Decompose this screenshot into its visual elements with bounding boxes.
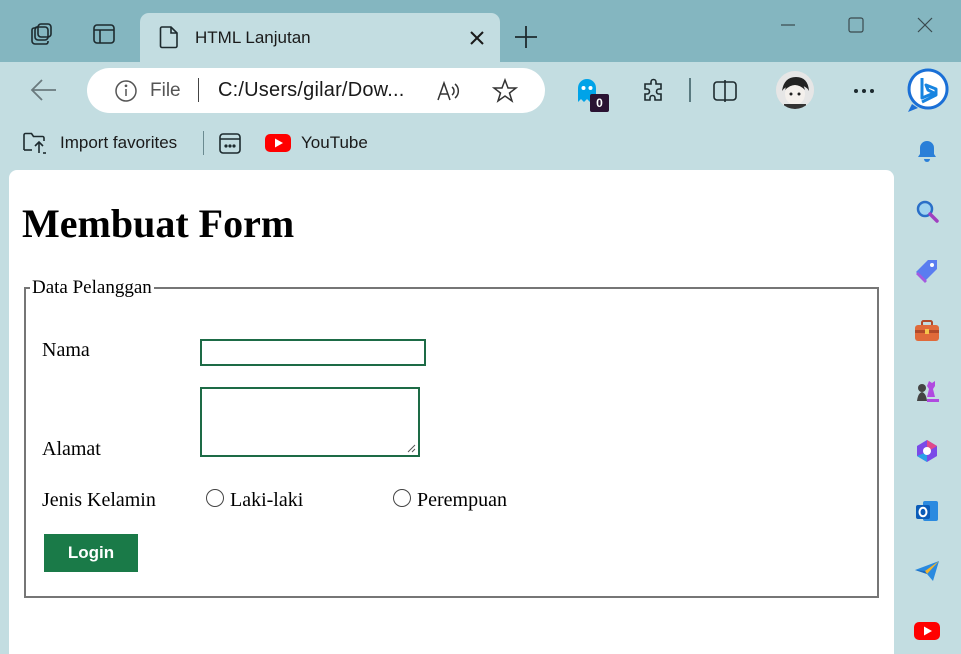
edge-sidebar — [898, 62, 961, 654]
send-icon[interactable] — [912, 556, 942, 586]
option-laki-laki-label: Laki-laki — [230, 489, 304, 511]
briefcase-icon[interactable] — [912, 316, 942, 346]
radio-laki-laki[interactable] — [206, 489, 224, 507]
avatar[interactable] — [776, 71, 814, 109]
search-icon[interactable] — [912, 196, 942, 226]
import-favorites-label: Import favorites — [60, 133, 178, 152]
bell-icon[interactable] — [912, 136, 942, 166]
window-close-icon[interactable] — [905, 8, 945, 42]
info-icon[interactable] — [114, 79, 138, 103]
alamat-textarea[interactable] — [200, 387, 420, 457]
read-aloud-icon[interactable] — [435, 78, 461, 104]
extensions-icon[interactable] — [635, 72, 673, 110]
split-screen-icon[interactable] — [706, 72, 744, 110]
plus-icon[interactable] — [511, 22, 541, 52]
back-icon[interactable] — [26, 74, 62, 106]
option-perempuan-label: Perempuan — [417, 489, 507, 511]
toolbar-divider — [689, 78, 691, 102]
youtube-favorite-link[interactable]: YouTube — [265, 128, 368, 158]
maximize-icon[interactable] — [836, 8, 876, 42]
office-icon[interactable] — [912, 436, 942, 466]
nama-label: Nama — [42, 339, 90, 361]
tag-icon[interactable] — [912, 256, 942, 286]
radio-perempuan[interactable] — [393, 489, 411, 507]
customer-fieldset: Data Pelanggan Nama Alamat Jenis Kelamin… — [24, 277, 879, 598]
minimize-icon[interactable] — [768, 8, 808, 42]
tab-actions-icon[interactable] — [84, 14, 124, 54]
workspaces-icon[interactable] — [22, 14, 62, 54]
import-favorites-icon — [22, 131, 48, 155]
page-viewport: Membuat Form Data Pelanggan Nama Alamat … — [9, 170, 894, 654]
favorites-divider — [203, 131, 204, 155]
jenis-kelamin-label: Jenis Kelamin — [42, 489, 156, 511]
page-icon — [158, 25, 180, 49]
address-url[interactable]: C:/Users/gilar/Dow... — [218, 79, 404, 102]
star-icon[interactable] — [491, 77, 519, 104]
address-divider — [198, 78, 199, 102]
active-tab[interactable]: HTML Lanjutan — [140, 13, 500, 63]
fieldset-legend: Data Pelanggan — [32, 277, 152, 298]
title-bar: HTML Lanjutan — [0, 0, 961, 63]
resize-grip-icon[interactable] — [406, 443, 416, 453]
youtube-sidebar-icon[interactable] — [912, 616, 942, 646]
youtube-label: YouTube — [301, 133, 368, 152]
import-favorites-link[interactable]: Import favorites — [22, 128, 177, 158]
page-heading: Membuat Form — [22, 201, 295, 246]
alamat-label: Alamat — [42, 438, 101, 460]
chess-icon[interactable] — [912, 376, 942, 406]
copilot-icon[interactable] — [904, 66, 952, 114]
login-button[interactable]: Login — [44, 534, 138, 572]
extension-badge: 0 — [590, 94, 609, 112]
nama-input[interactable] — [200, 339, 426, 366]
more-icon[interactable] — [845, 72, 883, 110]
favorites-folder-icon[interactable] — [218, 128, 242, 158]
address-scheme: File — [150, 80, 181, 101]
outlook-icon[interactable] — [912, 496, 942, 526]
tab-title: HTML Lanjutan — [195, 28, 311, 47]
youtube-icon — [265, 133, 291, 153]
address-bar[interactable]: File C:/Users/gilar/Dow... — [87, 68, 545, 113]
close-icon[interactable] — [466, 27, 488, 49]
